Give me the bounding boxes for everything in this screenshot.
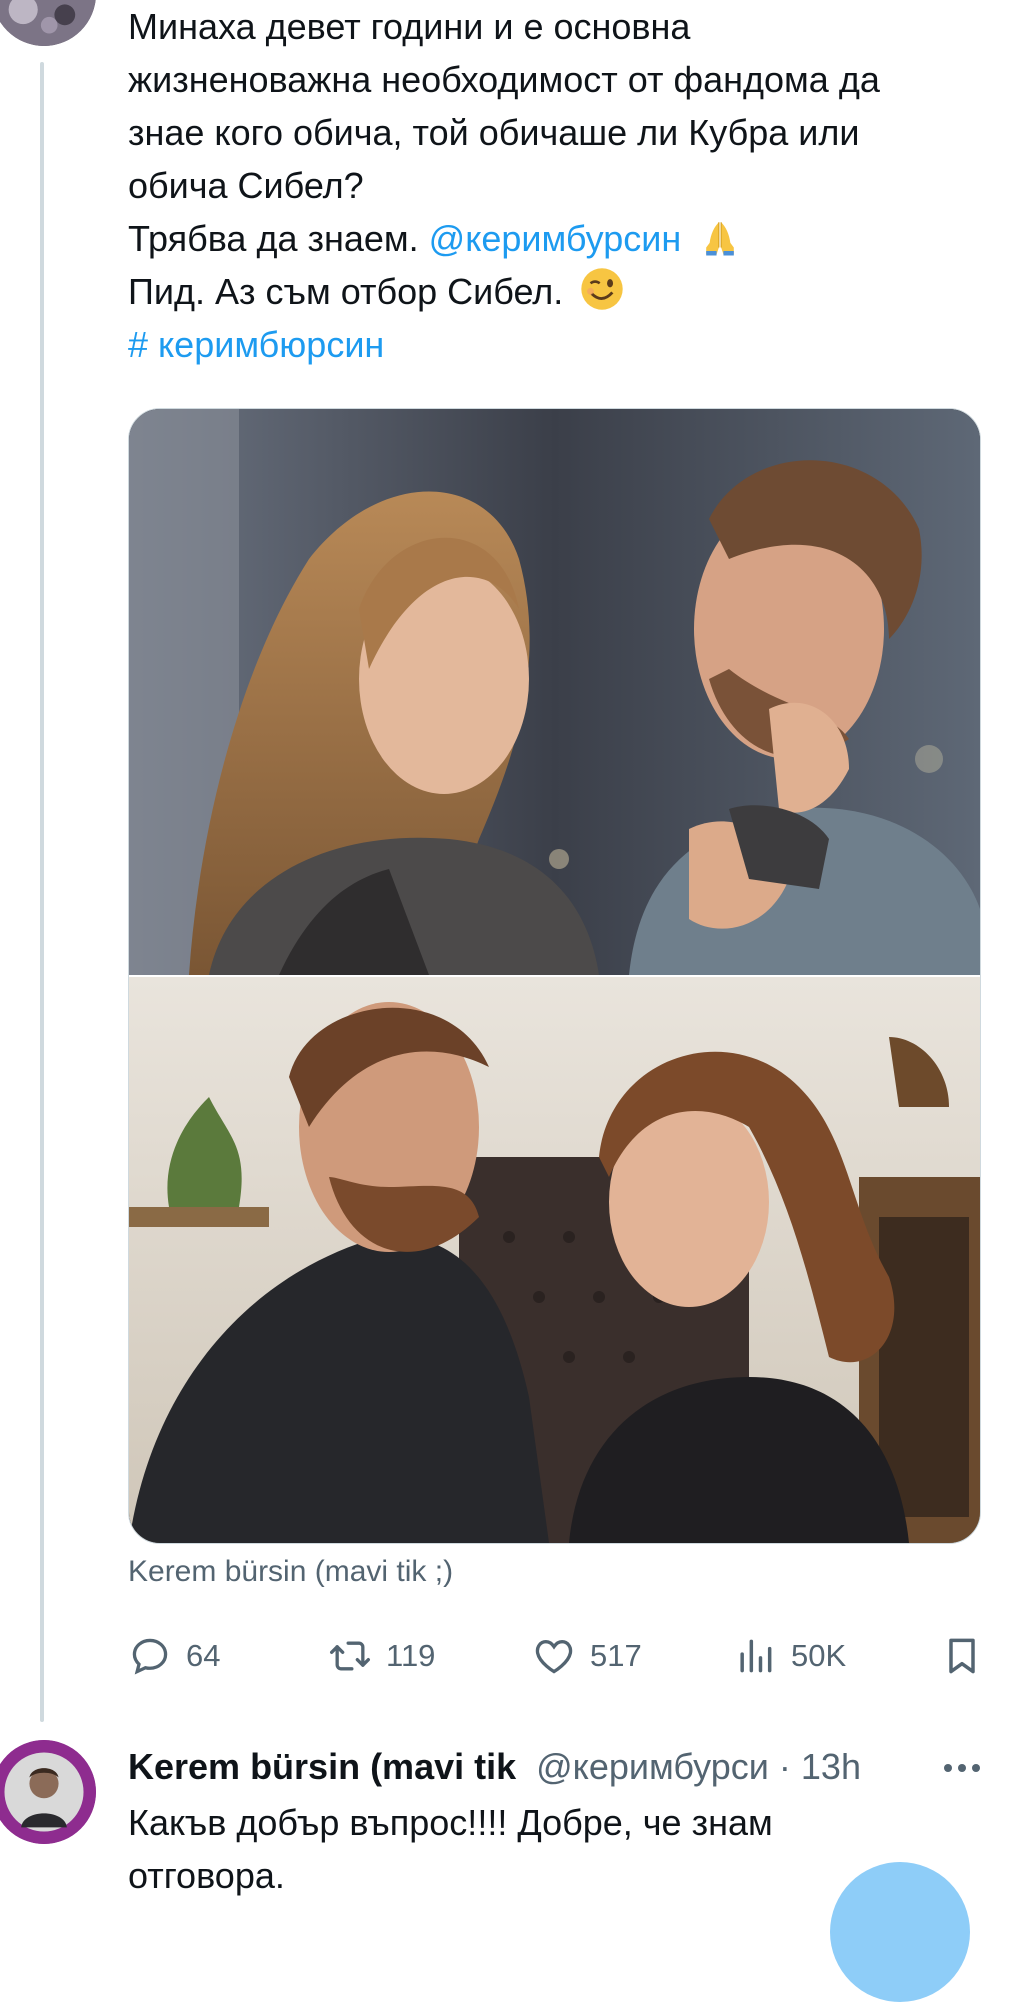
photo-couple-face-to-face[interactable] [129,977,980,1543]
author-avatar[interactable] [0,0,96,46]
reply-time-separator: · [768,1746,801,1787]
retweet-button[interactable]: 119 [328,1628,435,1684]
reply-header: Kerem bürsin (mavi tik @керимбурси · 13h [128,1742,988,1792]
like-button[interactable]: 517 [532,1628,642,1684]
tweet-body: Минаха девет години и е основна жизненов… [128,0,988,371]
reply-author-handle[interactable]: @керимбурси [536,1746,769,1787]
tweet-line-text: Пид. Аз съм отбор Сибел. [128,271,564,312]
reply-count: 64 [186,1638,221,1673]
media-caption: Kerem bürsin (mavi tik ;) [128,1555,454,1588]
retweet-icon [330,1641,370,1671]
heart-icon [535,1640,573,1674]
tweet-line: Минаха девет години и е основна [128,6,691,47]
tweet-line: знае кого обича, той обичаше ли Кубра ил… [128,112,860,153]
tweet-line: Трябва да знаем. @керимбурсин [128,212,988,265]
tweet-actions: 64 119 517 50K [128,1628,988,1684]
tweet-line-text: Трябва да знаем. [128,218,429,259]
thread-connector-line [40,62,44,1722]
hashtag-link[interactable]: # керимбюрсин [128,318,988,371]
compose-button[interactable] [830,1862,970,2002]
tweet-line: обича Сибел? [128,165,364,206]
views-button[interactable]: 50K [733,1628,846,1684]
retweet-count: 119 [386,1638,436,1673]
view-count: 50K [791,1638,847,1673]
like-count: 517 [590,1638,642,1673]
photo-couple-embrace[interactable] [129,409,980,975]
bookmark-icon [949,1638,975,1674]
folded-hands-emoji-icon [706,222,735,256]
reply-author-avatar[interactable] [0,1740,96,1844]
winking-face-emoji-icon [581,268,624,310]
views-chart-icon [740,1639,772,1673]
reply-button[interactable]: 64 [128,1628,220,1684]
reply-line: Какъв добър въпрос!!!! Добре, че знам [128,1802,773,1843]
bookmark-button[interactable] [940,1628,998,1684]
tweet-line: Пид. Аз съм отбор Сибел. [128,265,988,318]
more-options-icon[interactable] [940,1750,984,1786]
reply-icon [132,1638,168,1675]
mention-link[interactable]: @керимбурсин [429,218,682,259]
tweet-media[interactable] [128,408,981,1544]
reply-author-name[interactable]: Kerem bürsin (mavi tik [128,1746,516,1787]
reply-timestamp[interactable]: 13h [801,1746,861,1787]
tweet-line: жизненоважна необходимост от фандома да [128,59,880,100]
